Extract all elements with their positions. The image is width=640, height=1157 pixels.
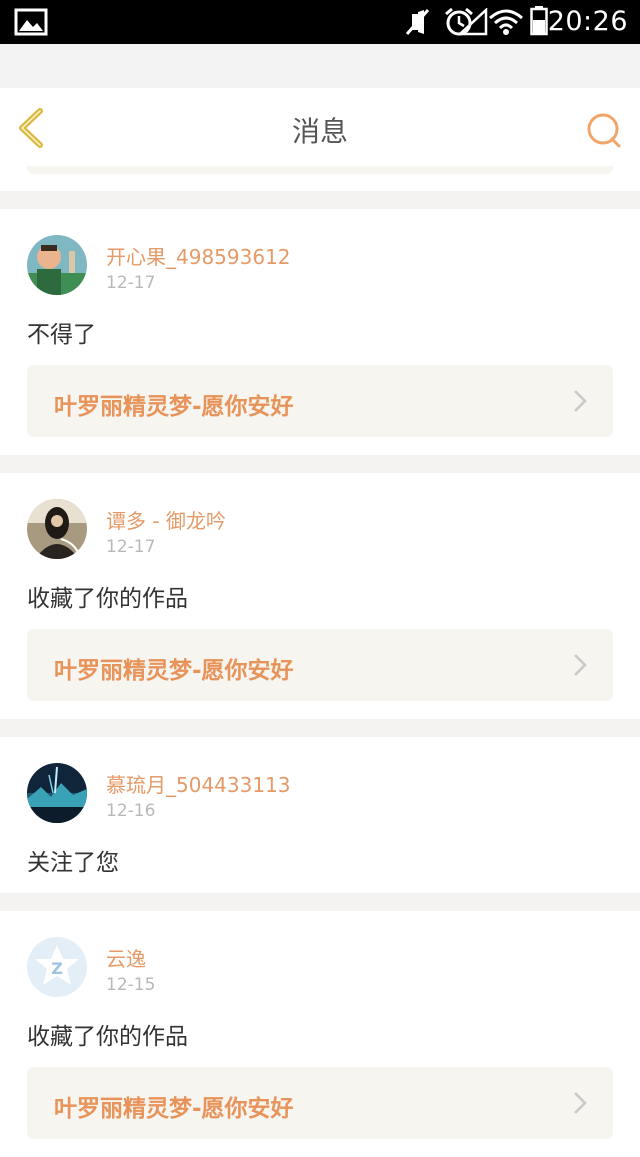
battery-icon — [530, 6, 548, 36]
username[interactable]: 慕琉月_504433113 — [106, 769, 291, 798]
chevron-right-icon — [574, 390, 587, 412]
message-card: 谭多 - 御龙吟 12-17 收藏了你的作品 叶罗丽精灵梦-愿你安好 — [0, 473, 640, 719]
mute-icon — [405, 9, 430, 35]
message-text: 关注了您 — [27, 850, 119, 876]
image-icon — [14, 8, 48, 36]
avatar[interactable]: Z — [27, 937, 87, 997]
work-link[interactable]: 叶罗丽精灵梦-愿你安好 — [27, 1067, 613, 1139]
chevron-right-icon — [574, 1092, 587, 1114]
header-bar: 消息 — [0, 88, 640, 167]
message-date: 12-16 — [106, 801, 156, 821]
message-date: 12-15 — [106, 975, 156, 995]
username[interactable]: 云逸 — [106, 943, 146, 972]
work-link[interactable]: 叶罗丽精灵梦-愿你安好 — [27, 365, 613, 437]
avatar[interactable] — [27, 235, 87, 295]
work-title: 叶罗丽精灵梦-愿你安好 — [54, 394, 294, 420]
chevron-right-icon — [574, 654, 587, 676]
work-title: 叶罗丽精灵梦-愿你安好 — [54, 1096, 294, 1122]
partial-card — [0, 166, 640, 191]
username[interactable]: 谭多 - 御龙吟 — [106, 505, 226, 534]
avatar[interactable] — [27, 763, 87, 823]
message-text: 收藏了你的作品 — [27, 586, 188, 612]
svg-text:Z: Z — [51, 959, 63, 978]
page-title: 消息 — [291, 115, 348, 148]
top-spacer — [0, 44, 640, 88]
search-icon[interactable] — [584, 110, 624, 150]
message-card: 慕琉月_504433113 12-16 关注了您 — [0, 737, 640, 893]
message-card: Z 云逸 12-15 收藏了你的作品 叶罗丽精灵梦-愿你安好 — [0, 911, 640, 1157]
message-text: 收藏了你的作品 — [27, 1024, 188, 1050]
work-link[interactable]: 叶罗丽精灵梦-愿你安好 — [27, 629, 613, 701]
message-date: 12-17 — [106, 537, 156, 557]
status-bar: 20:26 — [0, 0, 640, 44]
work-title: 叶罗丽精灵梦-愿你安好 — [54, 658, 294, 684]
message-card: 开心果_498593612 12-17 不得了 叶罗丽精灵梦-愿你安好 — [0, 209, 640, 455]
signal-icon — [458, 8, 488, 36]
status-time: 20:26 — [547, 6, 628, 37]
wifi-icon — [489, 9, 523, 35]
message-text: 不得了 — [27, 322, 96, 348]
partial-work-link[interactable] — [27, 166, 613, 174]
username[interactable]: 开心果_498593612 — [106, 241, 291, 270]
message-date: 12-17 — [106, 273, 156, 293]
avatar[interactable] — [27, 499, 87, 559]
